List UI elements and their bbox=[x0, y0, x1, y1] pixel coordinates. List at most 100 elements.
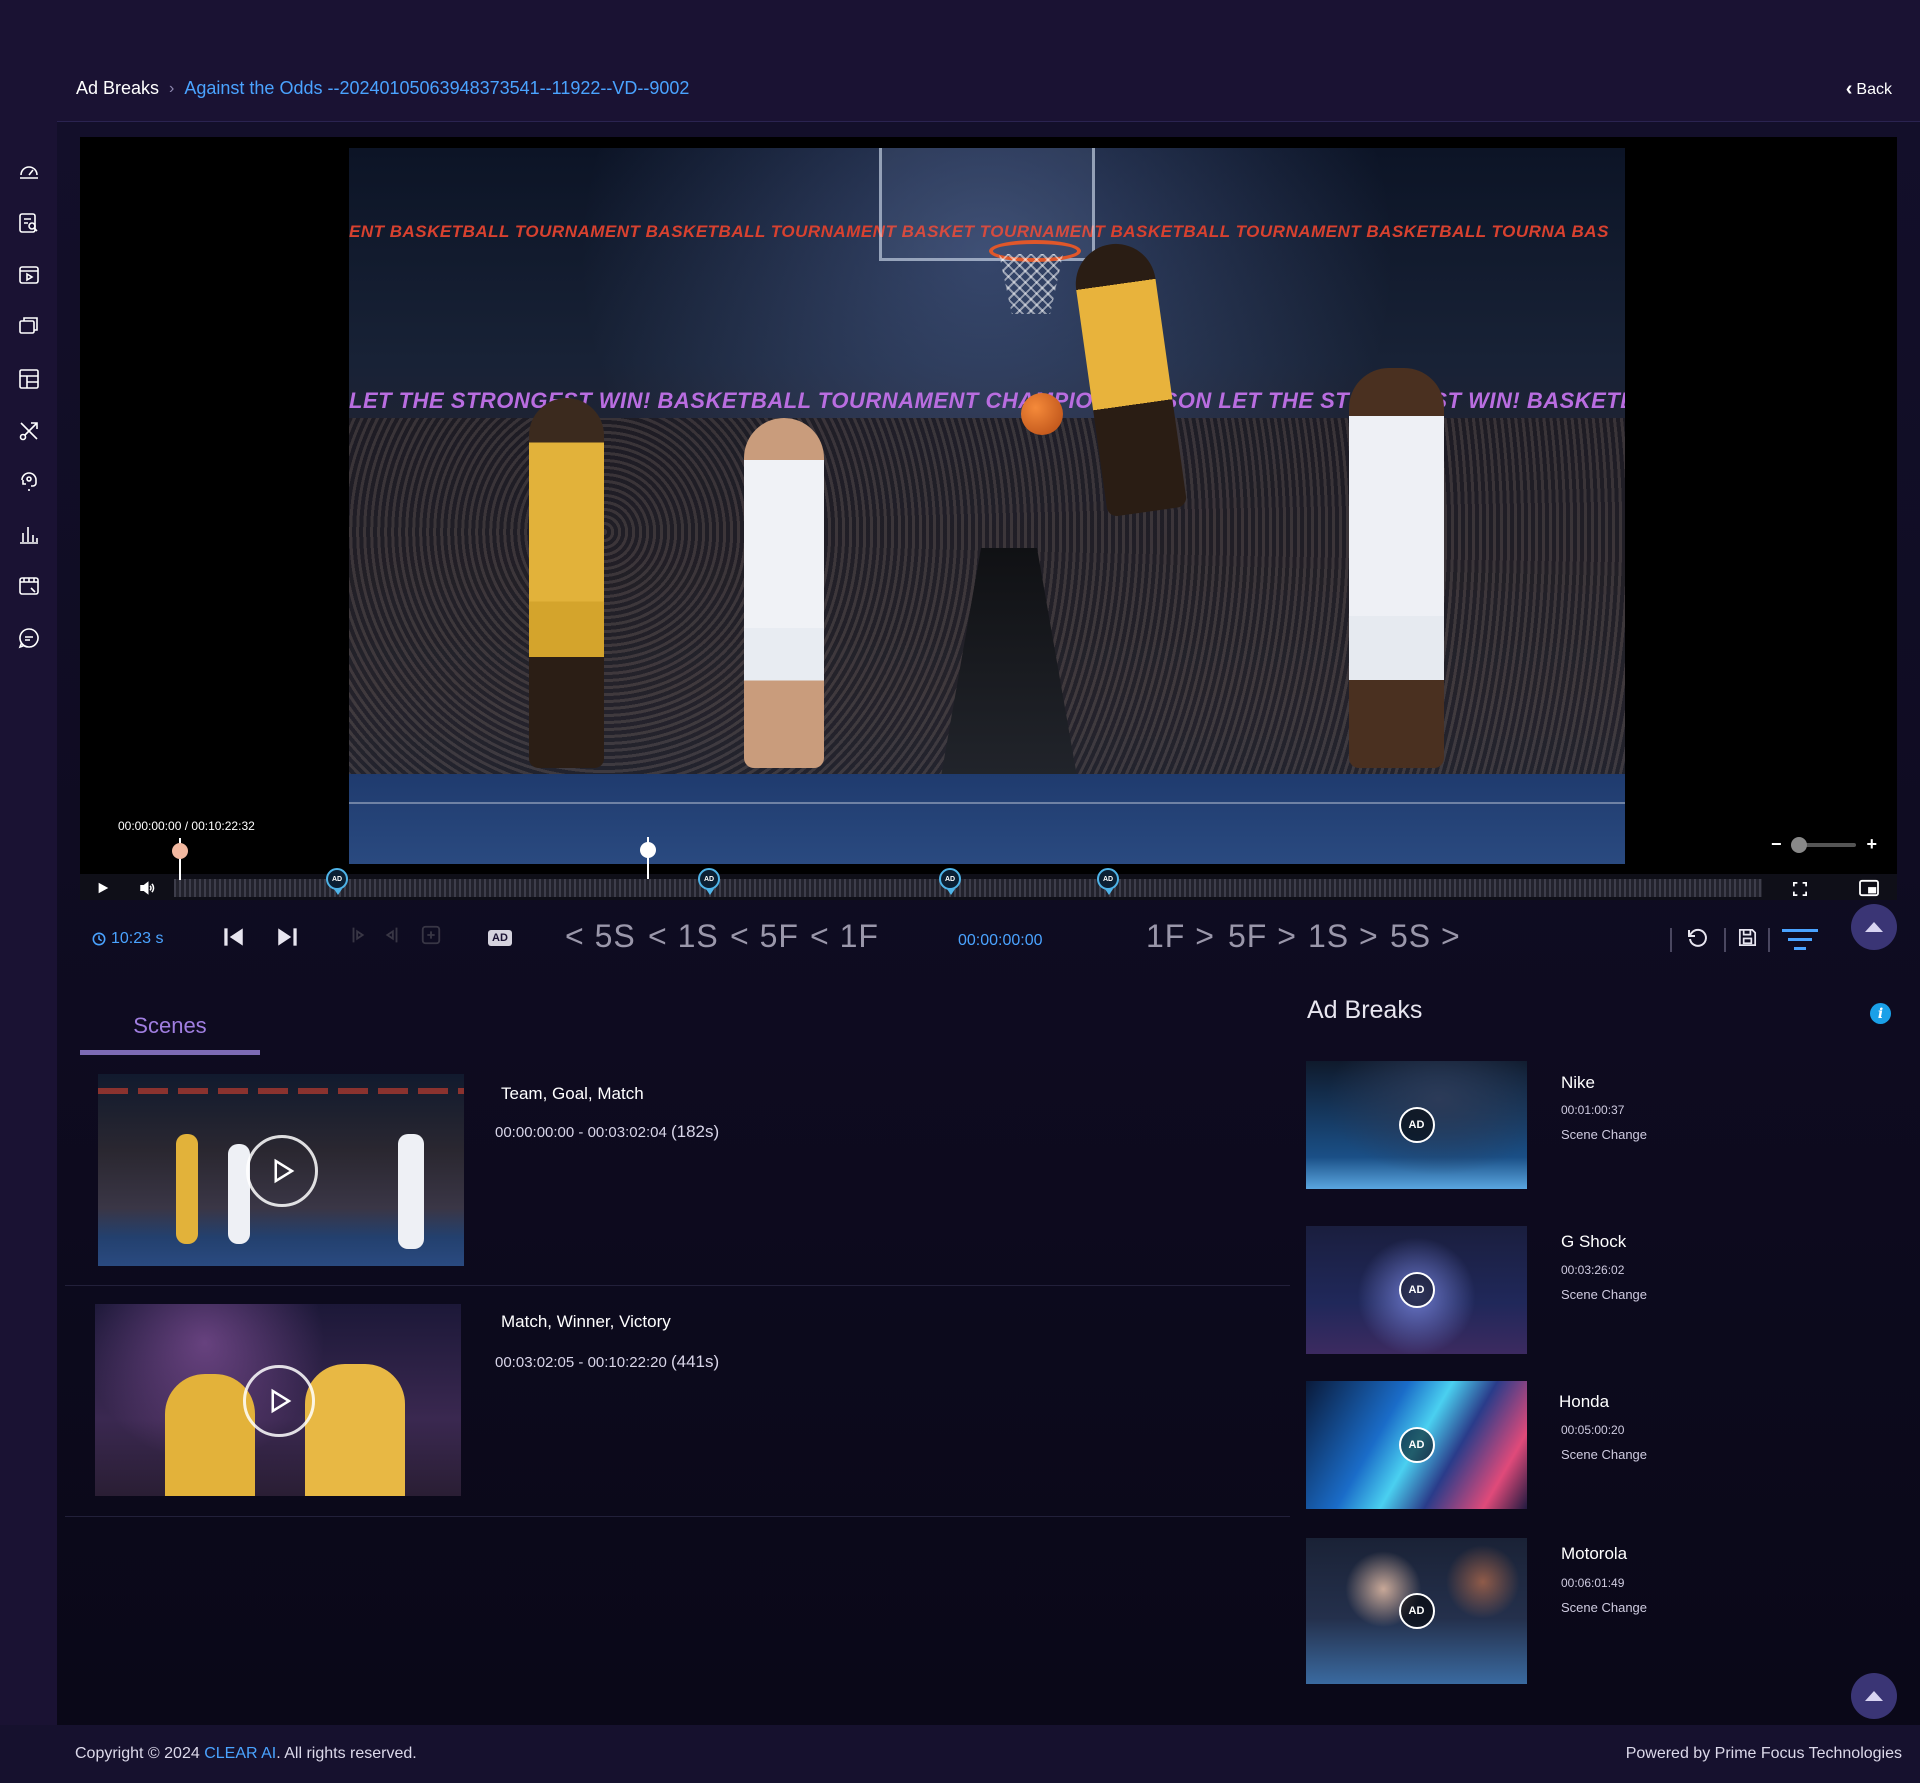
back-5-seconds-button[interactable]: < 5S bbox=[565, 918, 636, 955]
ad-break-item-motorola[interactable]: AD Motorola 00:06:01:49 Scene Change bbox=[1306, 1538, 1920, 1686]
player-figure-white-right bbox=[1349, 368, 1444, 768]
copyright-text: Copyright © 2024 CLEAR AI. All rights re… bbox=[75, 1745, 417, 1763]
ad-thumbnail-motorola[interactable]: AD bbox=[1306, 1538, 1527, 1684]
mark-in-icon[interactable] bbox=[348, 924, 370, 951]
ad-break-type: Scene Change bbox=[1561, 1287, 1648, 1302]
clock-icon bbox=[92, 932, 106, 946]
back-1-second-button[interactable]: < 1S bbox=[648, 918, 719, 955]
ad-badge-icon: AD bbox=[1398, 1107, 1435, 1143]
caret-up-icon bbox=[1865, 1691, 1883, 1701]
toolbar-separator bbox=[1768, 928, 1770, 952]
dashboard-gauge-icon[interactable] bbox=[15, 157, 43, 185]
scene-duration: (182s) bbox=[670, 1122, 720, 1141]
scroll-up-button[interactable] bbox=[1851, 904, 1897, 950]
time-readout: 00:00:00:00 / 00:10:22:32 bbox=[118, 819, 255, 833]
current-timecode: 00:00:00:00 bbox=[958, 932, 1043, 949]
forward-1-frame-button[interactable]: 1F > bbox=[1146, 918, 1215, 955]
picture-in-picture-icon[interactable] bbox=[1858, 878, 1880, 898]
analytics-bar-icon[interactable] bbox=[15, 520, 43, 548]
ad-marker-1[interactable]: AD bbox=[326, 868, 348, 895]
chat-bubble-icon[interactable] bbox=[15, 624, 43, 652]
skip-to-end-icon[interactable] bbox=[275, 924, 301, 955]
zoom-slider-knob[interactable] bbox=[1791, 836, 1808, 853]
forward-5-frames-button[interactable]: 5F > bbox=[1228, 918, 1297, 955]
volume-icon[interactable] bbox=[136, 879, 158, 897]
back-5-frames-button[interactable]: < 5F bbox=[730, 918, 799, 955]
video-clip-icon[interactable] bbox=[15, 572, 43, 600]
ad-marker-2[interactable]: AD bbox=[698, 868, 720, 895]
copyright-suffix: . All rights reserved. bbox=[276, 1745, 417, 1762]
scene-thumbnail-1[interactable] bbox=[98, 1074, 464, 1266]
play-icon[interactable] bbox=[94, 880, 112, 896]
scene-row-1[interactable]: Team, Goal, Match 00:00:00:00 - 00:03:02… bbox=[65, 1070, 1290, 1286]
scene-play-button-1[interactable] bbox=[246, 1135, 318, 1207]
info-icon[interactable]: i bbox=[1870, 1003, 1891, 1024]
ad-badge-icon: AD bbox=[1398, 1427, 1435, 1463]
fullscreen-icon[interactable] bbox=[1791, 880, 1809, 898]
thumb-player bbox=[305, 1364, 405, 1496]
tools-icon[interactable] bbox=[15, 417, 43, 445]
brand-link[interactable]: CLEAR AI bbox=[204, 1745, 276, 1762]
ad-break-item-gshock[interactable]: AD G Shock 00:03:26:02 Scene Change bbox=[1306, 1226, 1920, 1356]
undo-icon[interactable] bbox=[1685, 926, 1709, 955]
ad-break-item-nike[interactable]: AD Nike 00:01:00:37 Scene Change bbox=[1306, 1061, 1920, 1191]
ad-breaks-title: Ad Breaks bbox=[1307, 996, 1423, 1024]
thumb-banner bbox=[98, 1088, 464, 1094]
player-figure-yellow-left bbox=[529, 398, 604, 768]
scene-thumbnail-2[interactable] bbox=[95, 1304, 461, 1496]
back-button[interactable]: ‹ Back bbox=[1846, 78, 1892, 101]
video-player[interactable]: ENT BASKETBALL TOURNAMENT BASKETBALL TOU… bbox=[80, 137, 1897, 900]
scene-range: 00:03:02:05 - 00:10:22:20 bbox=[495, 1354, 667, 1371]
video-frame[interactable]: ENT BASKETBALL TOURNAMENT BASKETBALL TOU… bbox=[349, 148, 1625, 864]
ad-break-item-honda[interactable]: AD Honda 00:05:00:20 Scene Change bbox=[1306, 1381, 1920, 1511]
ad-thumbnail-honda[interactable]: AD bbox=[1306, 1381, 1527, 1509]
tab-scenes[interactable]: Scenes bbox=[80, 996, 260, 1056]
scroll-to-top-button[interactable] bbox=[1851, 1673, 1897, 1719]
ad-thumbnail-nike[interactable]: AD bbox=[1306, 1061, 1527, 1189]
zoom-in-button[interactable]: + bbox=[1866, 834, 1877, 855]
ad-break-type: Scene Change bbox=[1561, 1127, 1648, 1142]
copyright-prefix: Copyright © 2024 bbox=[75, 1745, 205, 1762]
save-icon[interactable] bbox=[1736, 926, 1759, 954]
player-figure-white-center bbox=[744, 418, 824, 768]
toolbar-separator bbox=[1724, 928, 1726, 952]
zoom-slider[interactable] bbox=[1791, 836, 1857, 853]
ad-toggle-button[interactable]: AD bbox=[488, 928, 512, 946]
basketball bbox=[1021, 393, 1063, 435]
timeline-track[interactable] bbox=[174, 879, 1762, 897]
skip-to-start-icon[interactable] bbox=[220, 924, 246, 955]
add-segment-icon[interactable] bbox=[420, 924, 442, 951]
thumb-player bbox=[176, 1134, 198, 1244]
search-list-icon[interactable] bbox=[15, 209, 43, 237]
ad-timecode: 00:03:26:02 bbox=[1561, 1263, 1625, 1277]
footer: Copyright © 2024 CLEAR AI. All rights re… bbox=[0, 1725, 1920, 1783]
ad-brand-name: Motorola bbox=[1561, 1544, 1628, 1563]
ad-break-type: Scene Change bbox=[1561, 1600, 1648, 1615]
ad-thumbnail-gshock[interactable]: AD bbox=[1306, 1226, 1527, 1354]
thumb-player bbox=[165, 1374, 255, 1496]
video-player-icon[interactable] bbox=[15, 261, 43, 289]
back-1-frame-button[interactable]: < 1F bbox=[810, 918, 879, 955]
in-point-handle[interactable] bbox=[172, 843, 188, 859]
chevron-right-icon: › bbox=[169, 79, 175, 97]
ad-badge-icon: AD bbox=[1398, 1593, 1435, 1629]
forward-5-seconds-button[interactable]: 5S > bbox=[1390, 918, 1461, 955]
toolbar-separator bbox=[1670, 928, 1672, 952]
ai-assist-icon[interactable] bbox=[15, 468, 43, 496]
mark-out-icon[interactable] bbox=[380, 924, 402, 951]
playhead-handle[interactable] bbox=[640, 842, 656, 858]
breadcrumb-root-link[interactable]: Ad Breaks bbox=[76, 78, 159, 99]
scene-play-button-2[interactable] bbox=[243, 1365, 315, 1437]
ad-timecode: 00:05:00:20 bbox=[1561, 1423, 1625, 1437]
ad-badge-icon: AD bbox=[1398, 1272, 1435, 1308]
forward-1-second-button[interactable]: 1S > bbox=[1308, 918, 1379, 955]
layout-grid-icon[interactable] bbox=[15, 365, 43, 393]
zoom-out-button[interactable]: − bbox=[1771, 834, 1782, 855]
scene-tags-2: Match, Winner, Victory bbox=[501, 1312, 671, 1331]
scene-row-2[interactable]: Match, Winner, Victory 00:03:02:05 - 00:… bbox=[65, 1286, 1290, 1517]
ad-timecode: 00:06:01:49 bbox=[1561, 1576, 1625, 1590]
filter-icon[interactable] bbox=[1782, 926, 1818, 959]
ad-marker-3[interactable]: AD bbox=[939, 868, 961, 895]
ad-marker-4[interactable]: AD bbox=[1097, 868, 1119, 895]
media-library-icon[interactable] bbox=[15, 311, 43, 339]
